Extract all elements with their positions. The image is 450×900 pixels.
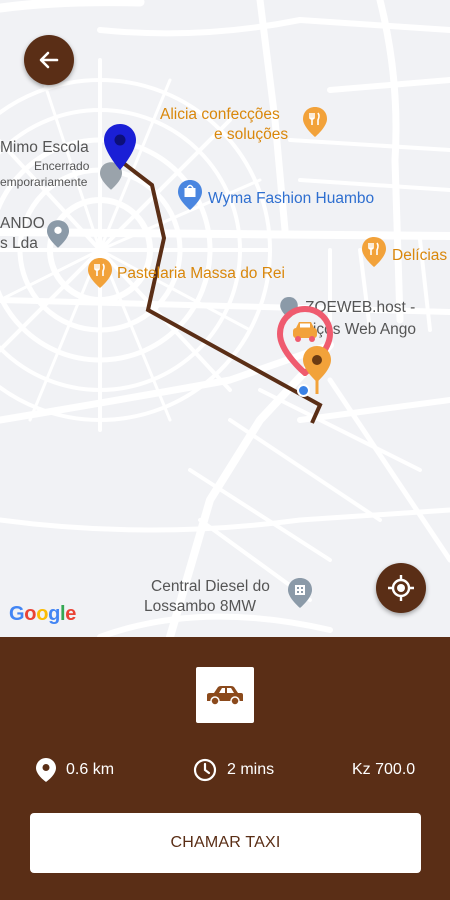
call-taxi-button[interactable]: CHAMAR TAXI xyxy=(30,813,421,873)
poi-central-label-2: Lossambo 8MW xyxy=(144,598,256,615)
my-location-button[interactable] xyxy=(376,563,426,613)
place-pin-icon[interactable] xyxy=(47,220,69,248)
location-pin-icon xyxy=(36,758,56,782)
poi-delicias-label: Delícias xyxy=(392,247,448,264)
current-location-dot xyxy=(297,384,310,397)
duration-value: 2 mins xyxy=(227,761,275,778)
restaurant-pin-icon[interactable] xyxy=(362,237,386,267)
shopping-bag-pin-icon[interactable] xyxy=(178,180,202,210)
trip-info-panel: 0.6 km 2 mins Kz 700.0 CHAMAR TAXI xyxy=(0,637,450,900)
poi-alicia-label-2: e soluções xyxy=(214,126,289,143)
google-logo: Google xyxy=(9,603,77,625)
poi-central-label-1: Central Diesel do xyxy=(151,578,270,595)
car-icon xyxy=(207,686,243,706)
poi-ando-label-2: s Lda xyxy=(0,235,38,252)
vehicle-type-card[interactable] xyxy=(196,667,254,723)
clock-icon xyxy=(193,758,217,782)
arrow-left-icon xyxy=(39,51,59,69)
price-value: Kz 700.0 xyxy=(352,761,416,778)
poi-pastelaria-label: Pastelaria Massa do Rei xyxy=(117,265,285,282)
restaurant-pin-icon[interactable] xyxy=(303,107,327,137)
building-pin-icon[interactable] xyxy=(288,578,312,608)
back-button[interactable] xyxy=(24,35,74,85)
distance-stat: 0.6 km xyxy=(36,757,114,783)
price-stat: Kz 700.0 xyxy=(352,757,415,783)
poi-mimo-label: Mimo Escola xyxy=(0,139,89,156)
duration-stat: 2 mins xyxy=(193,757,274,783)
poi-ando-label-1: ANDO xyxy=(0,215,45,232)
restaurant-pin-icon[interactable] xyxy=(88,258,112,288)
map-view[interactable]: Alicia confecções e soluções Mimo Escola… xyxy=(0,0,450,637)
poi-wyma-label: Wyma Fashion Huambo xyxy=(208,190,375,207)
my-location-icon xyxy=(388,575,414,601)
distance-value: 0.6 km xyxy=(66,761,115,778)
poi-mimo-status-1: Encerrado xyxy=(34,159,90,173)
poi-alicia-label-1: Alicia confecções xyxy=(160,106,280,123)
poi-mimo-status-2: emporariamente xyxy=(0,175,88,189)
map-roads xyxy=(0,0,450,637)
origin-marker-icon[interactable] xyxy=(104,124,136,170)
